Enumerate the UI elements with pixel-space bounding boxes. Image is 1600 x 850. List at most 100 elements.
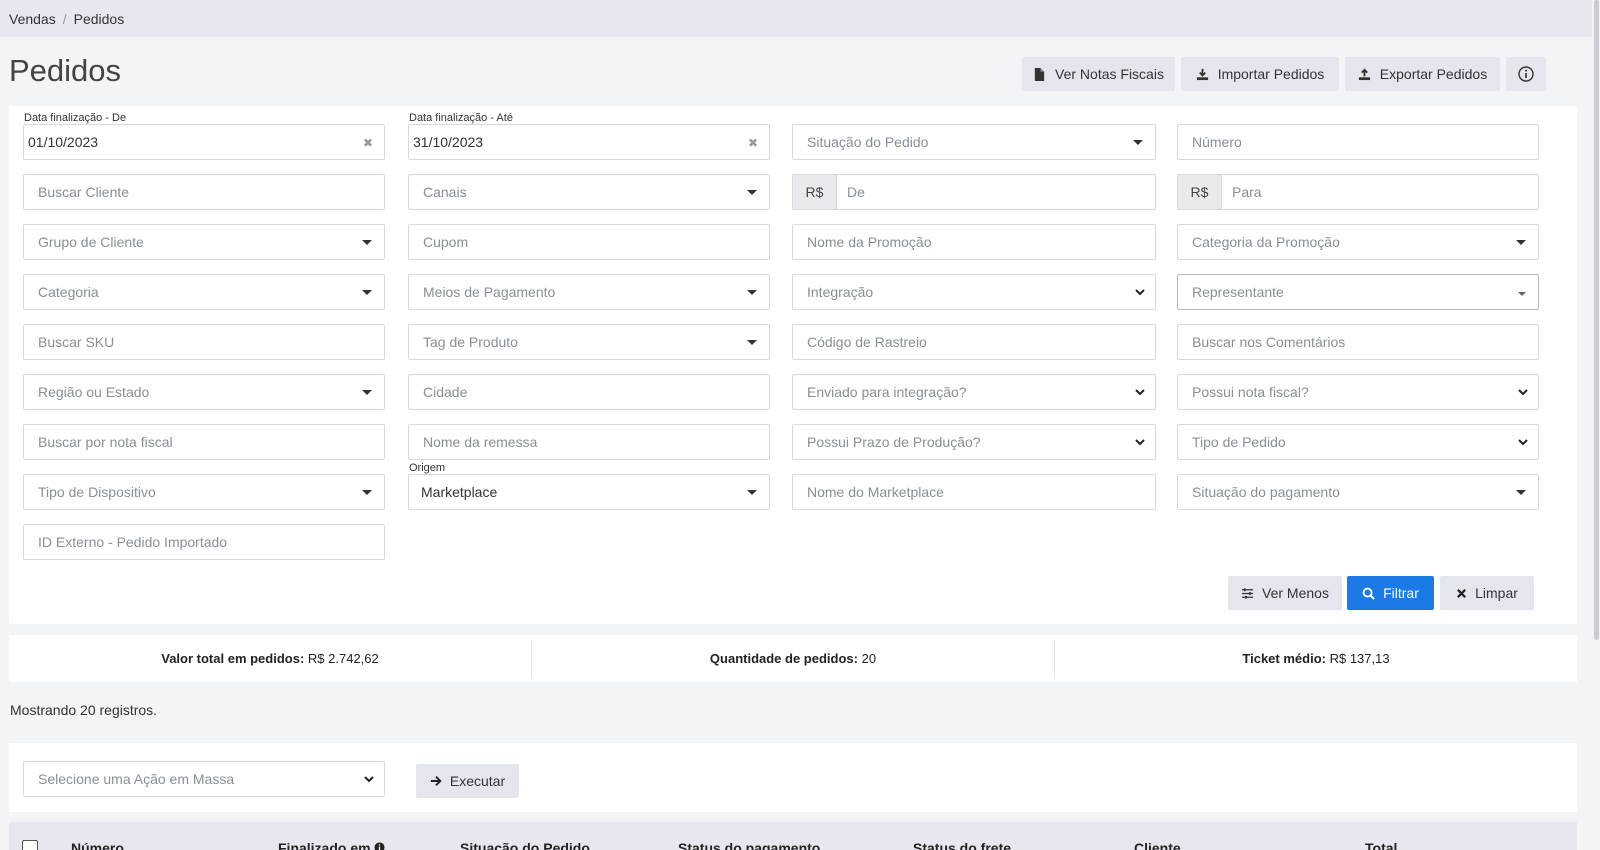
representante-select[interactable]: Representante [1177,274,1539,310]
caret-down-icon [1516,240,1526,245]
bulk-action-panel: Selecione uma Ação em Massa Executar [9,743,1577,812]
prazo-producao-select[interactable]: Possui Prazo de Produção? [792,424,1156,460]
importar-pedidos-button[interactable]: Importar Pedidos [1181,57,1339,91]
chevron-down-icon [1135,389,1145,396]
possui-nota-placeholder: Possui nota fiscal? [1192,384,1309,400]
origem-select[interactable]: Marketplace [408,474,770,510]
codigo-rastreio-input[interactable]: Código de Rastreio [792,324,1156,360]
column-status-pagamento[interactable]: Status do pagamento [678,840,820,850]
exportar-pedidos-button[interactable]: Exportar Pedidos [1345,57,1500,91]
ver-menos-button[interactable]: Ver Menos [1228,576,1342,610]
representante-placeholder: Representante [1192,284,1284,300]
column-situacao-pedido[interactable]: Situação do Pedido [460,840,590,850]
tag-produto-select[interactable]: Tag de Produto [408,324,770,360]
buscar-cliente-input[interactable]: Buscar Cliente [23,174,385,210]
numero-placeholder: Número [1192,134,1242,150]
chevron-down-icon [1518,389,1528,396]
stat-quantidade: Quantidade de pedidos: 20 [532,651,1054,666]
caret-down-icon [1516,490,1526,495]
buscar-comentarios-placeholder: Buscar nos Comentários [1192,334,1346,350]
column-finalizado-em[interactable]: Finalizado em [278,840,386,850]
tipo-pedido-select[interactable]: Tipo de Pedido [1177,424,1539,460]
column-numero[interactable]: Número [71,840,124,850]
column-cliente[interactable]: Cliente [1134,840,1181,850]
limpar-button[interactable]: Limpar [1440,576,1534,610]
executar-button[interactable]: Executar [416,764,519,798]
canais-select[interactable]: Canais [408,174,770,210]
cidade-input[interactable]: Cidade [408,374,770,410]
currency-prefix: R$ [793,175,837,209]
executar-label: Executar [449,773,506,789]
stat-valor-total: Valor total em pedidos: R$ 2.742,62 [9,651,531,666]
regiao-estado-placeholder: Região ou Estado [38,384,150,400]
column-total[interactable]: Total [1365,840,1397,850]
nome-promocao-input[interactable]: Nome da Promoção [792,224,1156,260]
meios-pagamento-select[interactable]: Meios de Pagamento [408,274,770,310]
data-ate-field[interactable]: 31/10/2023 ✖ [408,124,770,160]
data-de-value: 01/10/2023 [28,134,99,150]
breadcrumb-separator: / [62,10,67,27]
caret-down-icon [362,390,372,395]
bulk-action-select[interactable]: Selecione uma Ação em Massa [23,761,385,797]
arrow-right-icon [430,776,442,786]
nome-promocao-placeholder: Nome da Promoção [807,234,932,250]
chevron-down-icon [1135,439,1145,446]
buscar-comentarios-input[interactable]: Buscar nos Comentários [1177,324,1539,360]
ver-notas-fiscais-button[interactable]: Ver Notas Fiscais [1022,57,1175,91]
nome-remessa-input[interactable]: Nome da remessa [408,424,770,460]
numero-input[interactable]: Número [1177,124,1539,160]
stat-ticket-value: R$ 137,13 [1329,651,1390,666]
caret-down-icon [747,190,757,195]
possui-nota-select[interactable]: Possui nota fiscal? [1177,374,1539,410]
column-status-frete[interactable]: Status do frete [913,840,1011,850]
categoria-promocao-placeholder: Categoria da Promoção [1192,234,1340,250]
orders-table-header: Número Finalizado em Situação do Pedido … [9,822,1577,850]
clear-date-de-icon[interactable]: ✖ [363,136,373,150]
currency-prefix: R$ [1178,175,1222,209]
data-de-field[interactable]: 01/10/2023 ✖ [23,124,385,160]
buscar-nota-input[interactable]: Buscar por nota fiscal [23,424,385,460]
integracao-placeholder: Integração [807,284,874,300]
cupom-input[interactable]: Cupom [408,224,770,260]
categoria-select[interactable]: Categoria [23,274,385,310]
tipo-dispositivo-placeholder: Tipo de Dispositivo [38,484,156,500]
data-ate-value: 31/10/2023 [413,134,484,150]
filtrar-label: Filtrar [1383,585,1419,601]
search-icon [1362,587,1375,600]
id-externo-input[interactable]: ID Externo - Pedido Importado [23,524,385,560]
valor-de-placeholder: De [847,184,865,200]
nome-marketplace-input[interactable]: Nome do Marketplace [792,474,1156,510]
caret-down-icon [362,240,372,245]
data-ate-label: Data finalização - Até [409,112,513,124]
buscar-nota-placeholder: Buscar por nota fiscal [38,434,173,450]
tipo-dispositivo-select[interactable]: Tipo de Dispositivo [23,474,385,510]
origem-value: Marketplace [421,484,498,500]
categoria-promocao-select[interactable]: Categoria da Promoção [1177,224,1539,260]
integracao-select[interactable]: Integração [792,274,1156,310]
enviado-integracao-select[interactable]: Enviado para integração? [792,374,1156,410]
caret-down-icon [362,490,372,495]
filtrar-button[interactable]: Filtrar [1347,576,1434,610]
buscar-sku-input[interactable]: Buscar SKU [23,324,385,360]
stat-valor-total-value: R$ 2.742,62 [307,651,379,666]
situacao-pedido-select[interactable]: Situação do Pedido [792,124,1156,160]
scrollbar-thumb[interactable] [1594,0,1599,640]
nome-marketplace-placeholder: Nome do Marketplace [807,484,944,500]
records-count: Mostrando 20 registros. [10,702,158,718]
situacao-pagamento-placeholder: Situação do pagamento [1192,484,1340,500]
buscar-sku-placeholder: Buscar SKU [38,334,115,350]
regiao-estado-select[interactable]: Região ou Estado [23,374,385,410]
info-button[interactable] [1506,57,1546,91]
page-title: Pedidos [9,53,122,88]
valor-de-input[interactable]: R$ De [792,174,1156,210]
grupo-cliente-select[interactable]: Grupo de Cliente [23,224,385,260]
select-all-checkbox[interactable] [22,840,38,850]
clear-date-ate-icon[interactable]: ✖ [748,136,758,150]
buscar-cliente-placeholder: Buscar Cliente [38,184,130,200]
valor-para-input[interactable]: R$ Para [1177,174,1539,210]
situacao-pagamento-select[interactable]: Situação do pagamento [1177,474,1539,510]
tipo-pedido-placeholder: Tipo de Pedido [1192,434,1286,450]
breadcrumb-item-vendas[interactable]: Vendas [9,11,56,27]
page-scrollbar[interactable] [1592,0,1600,850]
caret-down-icon [747,290,757,295]
